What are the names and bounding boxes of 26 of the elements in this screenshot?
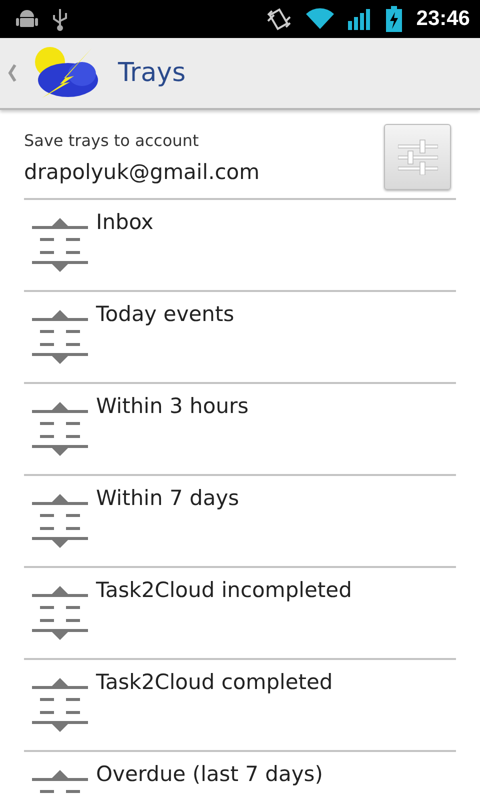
settings-button[interactable] <box>384 124 451 190</box>
tray-item[interactable]: Within 3 hours <box>24 382 456 474</box>
clock: 23:46 <box>416 7 470 31</box>
tray-icon <box>32 586 88 640</box>
tray-item[interactable]: Today events <box>24 290 456 382</box>
account-email: drapolyuk@gmail.com <box>24 160 261 184</box>
tray-item[interactable]: Inbox <box>24 198 456 290</box>
account-label: Save trays to account <box>24 130 200 150</box>
android-icon <box>16 8 38 30</box>
tray-icon <box>32 678 88 732</box>
tray-item[interactable]: Within 7 days <box>24 474 456 566</box>
tray-icon <box>32 218 88 272</box>
tray-item[interactable]: Overdue (last 7 days) <box>24 750 456 800</box>
screen-title: Trays <box>118 58 186 88</box>
tray-icon <box>32 402 88 456</box>
signal-icon <box>348 8 372 30</box>
tray-icon <box>32 494 88 548</box>
wifi-icon <box>306 8 334 30</box>
battery-charging-icon <box>386 6 402 32</box>
tray-icon <box>32 310 88 364</box>
vibrate-icon <box>266 7 292 31</box>
sliders-icon <box>398 139 438 175</box>
tray-item[interactable]: Task2Cloud completed <box>24 658 456 750</box>
tray-item[interactable]: Task2Cloud incompleted <box>24 566 456 658</box>
back-icon[interactable] <box>6 63 18 83</box>
usb-icon <box>52 7 68 31</box>
